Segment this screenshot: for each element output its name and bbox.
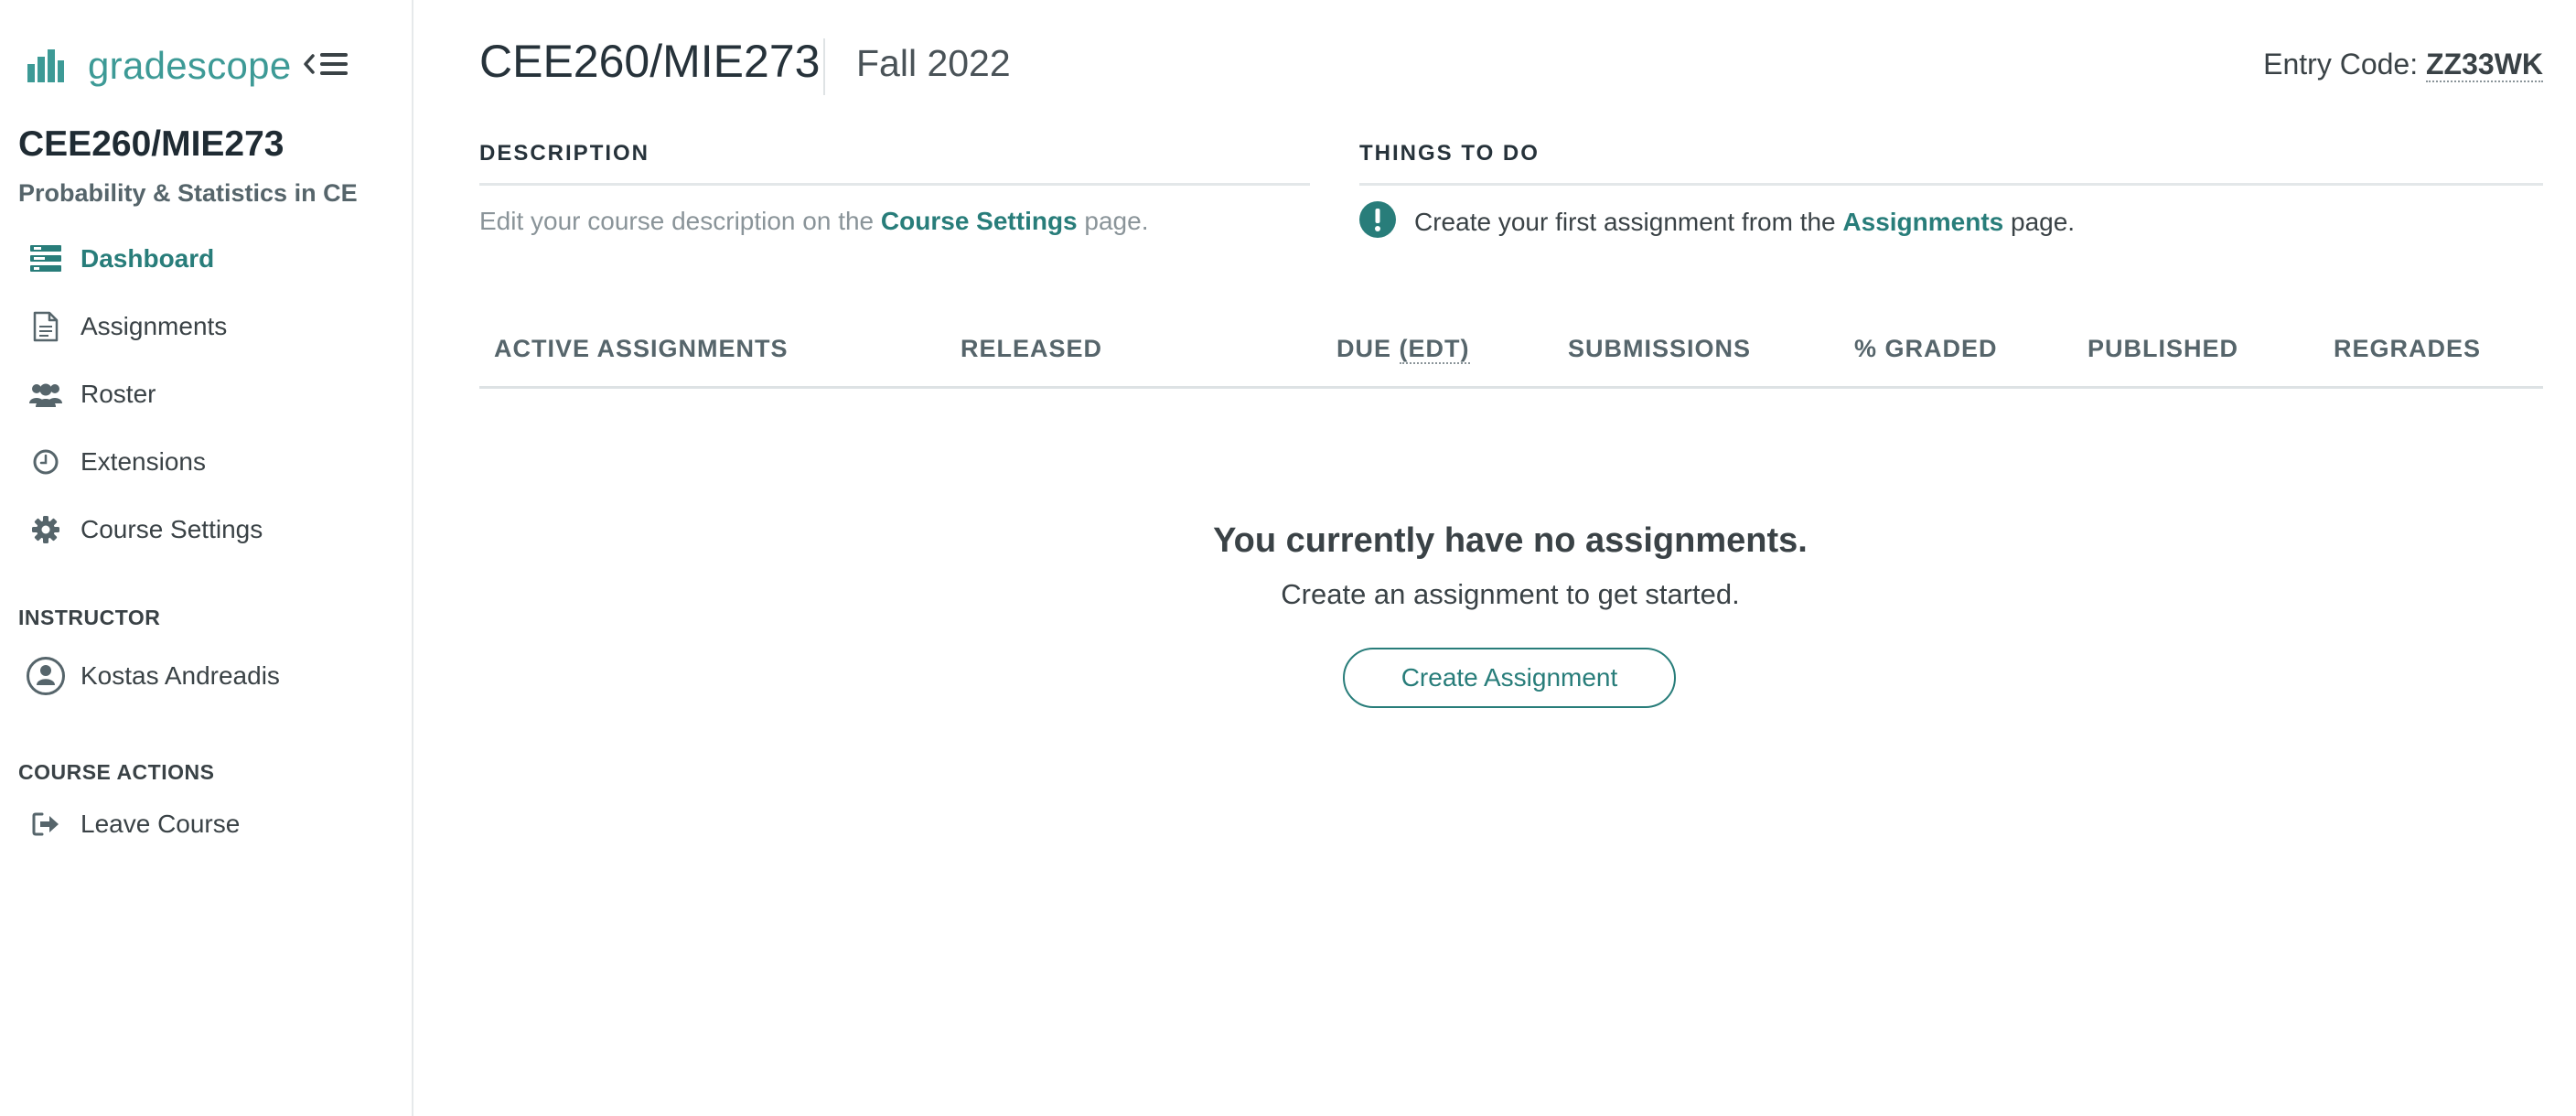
sidebar-course-name: Probability & Statistics in CE (18, 179, 358, 207)
description-text-after: page. (1077, 207, 1149, 235)
sidebar-item-label: Extensions (80, 447, 206, 476)
course-settings-link[interactable]: Course Settings (881, 207, 1078, 235)
document-icon (26, 306, 66, 347)
col-due-timezone: (EDT) (1399, 335, 1470, 364)
bar-chart-icon (27, 49, 64, 82)
sidebar-item-label: Assignments (80, 312, 228, 340)
col-regrades[interactable]: REGRADES (2334, 335, 2481, 363)
description-divider (479, 183, 1310, 186)
entry-code: Entry Code: ZZ33WK (2263, 48, 2543, 82)
entry-code-value[interactable]: ZZ33WK (2426, 48, 2543, 82)
col-published[interactable]: PUBLISHED (2088, 335, 2238, 363)
sidebar-item-roster[interactable]: Roster (26, 371, 156, 417)
leave-course-label: Leave Course (80, 810, 241, 838)
brand[interactable]: gradescope (27, 38, 292, 93)
title-divider (823, 38, 825, 95)
sidebar-item-extensions[interactable]: Extensions (26, 439, 206, 485)
page-title: CEE260/MIE273 (479, 36, 821, 87)
exclamation-icon (1359, 201, 1396, 238)
table-header-divider (479, 386, 2543, 389)
col-submissions[interactable]: SUBMISSIONS (1568, 335, 1751, 363)
empty-state-subtitle: Create an assignment to get started. (1281, 578, 1740, 610)
description-text: Edit your course description on the Cour… (479, 207, 1148, 236)
sidebar-item-assignments[interactable]: Assignments (26, 304, 227, 349)
todo-text-before: Create your first assignment from the (1414, 208, 1843, 236)
course-actions-heading: COURSE ACTIONS (18, 760, 215, 784)
instructor-name: Kostas Andreadis (80, 661, 280, 690)
description-text-before: Edit your course description on the (479, 207, 881, 235)
collapse-sidebar-button[interactable] (302, 48, 349, 80)
col-due-label: DUE (1336, 335, 1392, 362)
sidebar-item-dashboard[interactable]: Dashboard (26, 236, 214, 282)
users-icon (26, 374, 66, 414)
col-due[interactable]: DUE (EDT) (1336, 335, 1470, 364)
col-active-assignments[interactable]: ACTIVE ASSIGNMENTS (494, 335, 789, 363)
instructor-item[interactable]: Kostas Andreadis (26, 653, 280, 699)
todo-text-after: page. (2003, 208, 2076, 236)
avatar-icon (26, 656, 66, 696)
sidebar-item-label: Roster (80, 380, 156, 408)
assignments-link[interactable]: Assignments (1842, 208, 2003, 236)
dashboard-icon (26, 239, 66, 279)
empty-state-title: You currently have no assignments. (1213, 521, 1808, 560)
collapse-menu-icon (304, 53, 348, 75)
sign-out-icon (26, 804, 66, 844)
clock-icon (26, 442, 66, 482)
todo-text: Create your first assignment from the As… (1414, 208, 2075, 237)
todo-heading: THINGS TO DO (1359, 141, 1540, 166)
sidebar-item-label: Dashboard (80, 244, 215, 273)
col-graded[interactable]: % GRADED (1854, 335, 1998, 363)
entry-code-label: Entry Code: (2263, 48, 2426, 80)
leave-course-button[interactable]: Leave Course (26, 801, 240, 847)
create-assignment-button[interactable]: Create Assignment (1343, 648, 1676, 708)
todo-divider (1359, 183, 2543, 186)
description-heading: DESCRIPTION (479, 141, 650, 166)
sidebar-course-code[interactable]: CEE260/MIE273 (18, 124, 284, 165)
course-term: Fall 2022 (856, 42, 1011, 84)
brand-name: gradescope (88, 44, 292, 87)
col-released[interactable]: RELEASED (961, 335, 1102, 363)
